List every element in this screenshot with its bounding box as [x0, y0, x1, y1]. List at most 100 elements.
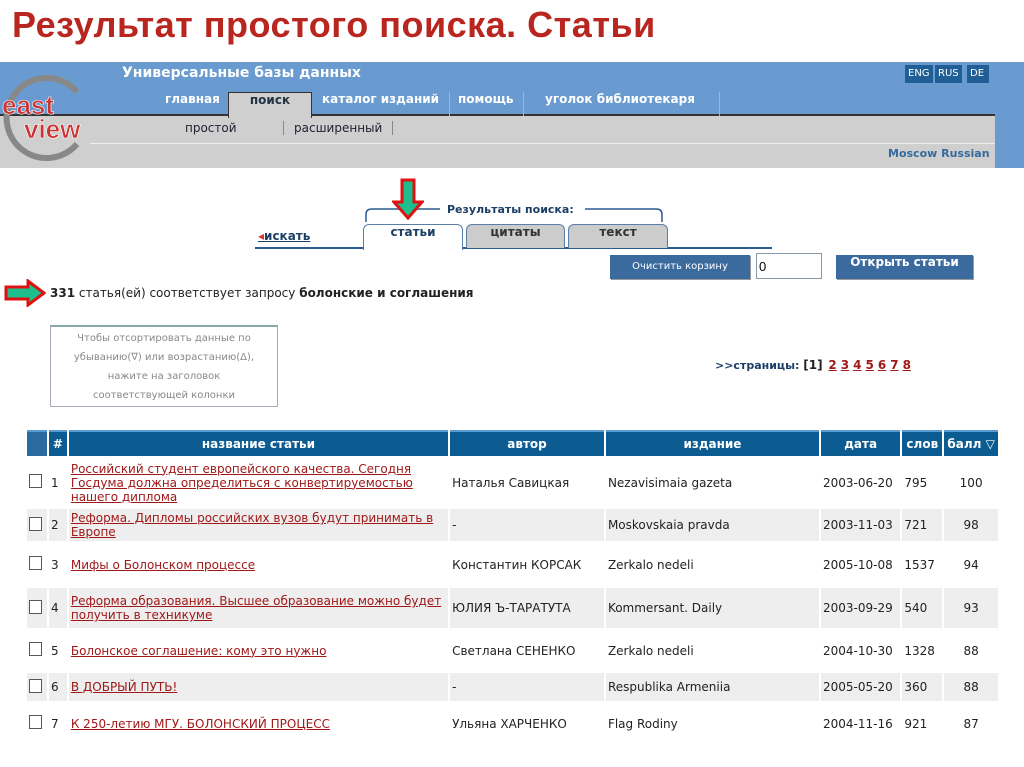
row-title-cell: Болонское соглашение: кому это нужно — [69, 628, 448, 673]
table-row: 5 Болонское соглашение: кому это нужно С… — [27, 628, 998, 673]
svg-text:view: view — [24, 114, 81, 144]
hint-line: соответствующей колонки — [93, 390, 235, 401]
nav-tab-home[interactable]: главная — [155, 92, 231, 116]
right-arrow-icon — [4, 279, 46, 307]
row-number: 4 — [48, 588, 67, 628]
subtab-simple[interactable]: простой — [185, 121, 237, 135]
cart-count-field[interactable] — [756, 253, 822, 279]
article-link[interactable]: Реформа. Дипломы российских вузов будут … — [71, 511, 433, 539]
select-column-header — [27, 430, 47, 456]
row-source: Nezavisimaia gazeta — [607, 475, 733, 490]
row-author: - — [450, 673, 604, 701]
row-score: 94 — [963, 557, 979, 572]
row-author: Ульяна ХАРЧЕНКО — [452, 716, 567, 731]
lang-rus[interactable]: RUS — [935, 65, 962, 83]
row-select — [27, 588, 47, 628]
article-link[interactable]: Реформа образования. Высшее образование … — [71, 594, 441, 622]
eastview-logo[interactable]: east view — [2, 72, 92, 162]
row-score: 98 — [944, 509, 998, 541]
column-header-words[interactable]: слов — [902, 430, 943, 456]
down-arrow-icon — [392, 178, 424, 220]
row-author: Светлана СЕНЕНКО — [452, 643, 576, 658]
page-link[interactable]: 5 — [866, 358, 874, 372]
row-words: 721 — [902, 509, 943, 541]
page-link[interactable]: 3 — [841, 358, 849, 372]
row-source: Zerkalo nedeli — [607, 557, 694, 572]
page-link[interactable]: 8 — [903, 358, 911, 372]
row-select — [27, 673, 47, 701]
row-score: 88 — [944, 673, 998, 701]
row-author: - — [450, 509, 604, 541]
page-link[interactable]: 2 — [828, 358, 836, 372]
lang-eng[interactable]: ENG — [905, 65, 933, 83]
row-number: 6 — [48, 673, 67, 701]
row-source: Moskovskaia pravda — [605, 509, 819, 541]
hint-line: нажите на заголовок — [107, 371, 221, 382]
table-row: 7 К 250-летию МГУ. БОЛОНСКИЙ ПРОЦЕСС Уль… — [27, 701, 998, 746]
column-header-source[interactable]: издание — [605, 430, 819, 456]
nav-tab-librarian[interactable]: уголок библиотекаря — [530, 92, 720, 116]
row-date: 2003-09-29 — [820, 588, 901, 628]
row-author: Наталья Савицкая — [452, 475, 570, 490]
current-page: [1] — [803, 358, 823, 372]
nav-tab-help[interactable]: помощь — [448, 92, 525, 116]
nav-tab-catalog[interactable]: каталог изданий — [312, 92, 451, 116]
header-edge — [995, 62, 1024, 168]
hint-line: убыванию(∇) или возрастанию(Δ), — [73, 352, 255, 363]
row-checkbox[interactable] — [29, 642, 42, 656]
lang-de[interactable]: DE — [967, 65, 989, 83]
row-date: 2004-10-30 — [822, 643, 893, 658]
row-number: 5 — [50, 643, 59, 658]
page-link[interactable]: 7 — [890, 358, 898, 372]
row-words: 1537 — [904, 557, 935, 572]
table-row: 2 Реформа. Дипломы российских вузов буду… — [27, 509, 998, 541]
row-checkbox[interactable] — [29, 599, 42, 614]
tab-text[interactable]: текст — [568, 224, 668, 248]
column-header-number[interactable]: # — [48, 430, 67, 456]
row-number: 1 — [50, 475, 59, 490]
page-link[interactable]: 4 — [853, 358, 861, 372]
clear-cart-button[interactable]: Очистить корзину — [610, 255, 750, 279]
article-link[interactable]: В ДОБРЫЙ ПУТЬ! — [71, 680, 177, 694]
row-checkbox[interactable] — [29, 516, 42, 531]
open-articles-button[interactable]: Открыть статьи — [836, 255, 973, 279]
row-title-cell: Мифы о Болонском процессе — [69, 541, 448, 588]
row-score: 93 — [944, 588, 998, 628]
article-link[interactable]: К 250-летию МГУ. БОЛОНСКИЙ ПРОЦЕСС — [71, 717, 330, 731]
row-score: 88 — [963, 643, 979, 658]
row-words: 1328 — [904, 643, 935, 658]
article-link[interactable]: Российский студент европейского качества… — [71, 462, 413, 504]
row-checkbox[interactable] — [29, 556, 42, 570]
sort-hint-box: Чтобы отсортировать данные по убыванию(∇… — [50, 325, 278, 407]
query-text: болонские и соглашения — [299, 286, 474, 300]
tab-citations[interactable]: цитаты — [466, 224, 565, 248]
row-select — [27, 541, 47, 588]
column-header-title[interactable]: название статьи — [68, 430, 449, 456]
pages-label: >>страницы: — [715, 359, 800, 372]
row-title-cell: К 250-летию МГУ. БОЛОНСКИЙ ПРОЦЕСС — [69, 701, 448, 746]
column-header-date[interactable]: дата — [820, 430, 901, 456]
nav-tab-search[interactable]: поиск — [228, 92, 312, 118]
article-link[interactable]: Болонское соглашение: кому это нужно — [71, 644, 327, 658]
row-author: Константин КОРСАК — [452, 557, 582, 572]
column-header-author[interactable]: автор — [450, 430, 604, 456]
row-date: 2003-11-03 — [820, 509, 901, 541]
hint-line: Чтобы отсортировать данные по — [77, 333, 251, 344]
article-link[interactable]: Мифы о Болонском процессе — [71, 558, 255, 572]
subtab-advanced[interactable]: расширенный — [283, 121, 394, 135]
row-date: 2003-06-20 — [822, 475, 893, 490]
column-header-score[interactable]: балл ▽ — [944, 430, 998, 456]
row-select — [27, 628, 47, 673]
row-date: 2005-05-20 — [820, 673, 901, 701]
page-link[interactable]: 6 — [878, 358, 886, 372]
row-checkbox[interactable] — [29, 678, 42, 693]
row-title-cell: Российский студент европейского качества… — [69, 456, 448, 509]
row-checkbox[interactable] — [29, 474, 42, 488]
row-source: Zerkalo nedeli — [607, 643, 694, 658]
slide-title: Результат простого поиска. Статьи — [12, 4, 656, 45]
row-checkbox[interactable] — [29, 715, 42, 729]
row-source: Kommersant. Daily — [605, 588, 819, 628]
table-row: 3 Мифы о Болонском процессе Константин К… — [27, 541, 998, 588]
tab-articles[interactable]: статьи — [363, 224, 463, 250]
back-search-link[interactable]: ◂искать — [258, 229, 310, 243]
